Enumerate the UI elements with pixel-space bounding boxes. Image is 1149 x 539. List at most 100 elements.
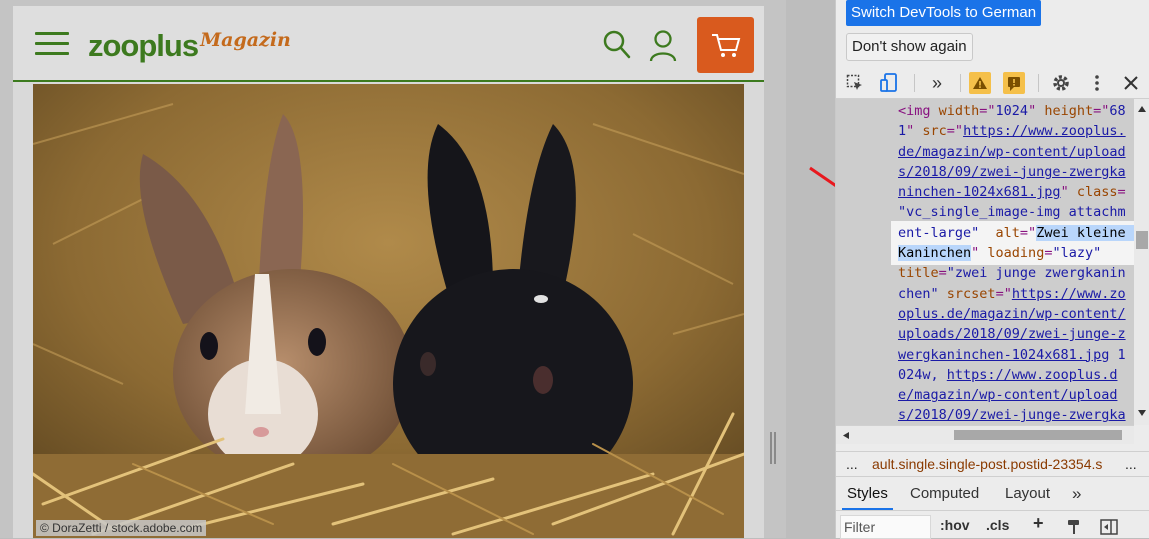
code-token: =" xyxy=(1093,103,1110,119)
code-line[interactable]: wergkaninchen-1024x681.jpg 1 xyxy=(898,345,1134,365)
dom-breadcrumb[interactable]: ... ault.single.single-post.postid-23354… xyxy=(836,451,1149,477)
site-header: zooplus Magazin xyxy=(13,6,764,82)
code-line[interactable]: 1" src="https://www.zooplus. xyxy=(898,121,1134,141)
hover-state-toggle[interactable]: :hov xyxy=(940,517,970,533)
styles-filter-row: Filter :hov .cls + xyxy=(836,511,1149,539)
settings-gear-icon[interactable] xyxy=(1050,72,1072,94)
more-options-icon[interactable] xyxy=(1086,72,1108,94)
styles-filter-input[interactable]: Filter xyxy=(840,515,931,539)
code-token: =" xyxy=(946,123,964,140)
image-credit: © DoraZetti / stock.adobe.com xyxy=(36,520,207,536)
code-token: https://www.zooplus.d xyxy=(946,366,1118,383)
code-token: "lazy" xyxy=(1052,245,1102,262)
code-token: ninchen-1024x681.jpg xyxy=(898,184,1061,201)
class-toggle[interactable]: .cls xyxy=(986,517,1009,533)
code-token: s/2018/09/zwei-junge-zwergka xyxy=(898,407,1126,424)
code-line[interactable]: 024w, https://www.zooplus.d xyxy=(898,365,1134,385)
code-token: ent-large" xyxy=(898,224,988,241)
code-line[interactable]: <img width="1024" height="68 xyxy=(898,101,1134,121)
code-token: =" xyxy=(979,103,996,119)
code-token: title xyxy=(898,265,939,282)
code-line[interactable]: ent-large" alt="Zwei kleine xyxy=(898,223,1134,243)
code-token: wergkaninchen-1024x681.jpg xyxy=(898,346,1110,363)
code-token: oplus.de/magazin/wp-content/ xyxy=(898,305,1126,322)
logo-magazin: Magazin xyxy=(200,29,291,51)
code-token: =" xyxy=(995,285,1012,302)
more-tabs-chevron-icon[interactable]: » xyxy=(926,72,948,94)
code-token: " xyxy=(971,245,988,262)
code-token: =" xyxy=(1019,224,1037,241)
panel-resize-handle[interactable] xyxy=(770,432,778,464)
code-token: 1024 xyxy=(995,103,1029,119)
code-token: srcset xyxy=(946,285,996,302)
code-token: height xyxy=(1044,103,1094,119)
code-token: 1 xyxy=(1109,346,1126,363)
scroll-left-icon[interactable] xyxy=(842,431,850,440)
code-token: " xyxy=(906,123,923,140)
zooplus-magazin-logo[interactable]: zooplus Magazin xyxy=(88,28,291,64)
breadcrumb-body-class[interactable]: ault.single.single-post.postid-23354.s xyxy=(872,452,1102,476)
code-token: 024w, xyxy=(898,366,947,383)
scroll-up-icon[interactable] xyxy=(1137,105,1147,113)
issues-icon[interactable] xyxy=(1003,72,1025,94)
code-line[interactable]: e/magazin/wp-content/upload xyxy=(898,385,1134,405)
code-token: de/magazin/wp-content/upload xyxy=(898,143,1126,160)
code-line[interactable]: s/2018/09/zwei-junge-zwergka xyxy=(898,405,1134,425)
code-line[interactable]: de/magazin/wp-content/upload xyxy=(898,142,1134,162)
code-line[interactable]: oplus.de/magazin/wp-content/ xyxy=(898,304,1134,324)
logo-text: zooplus xyxy=(88,28,199,63)
hamburger-menu-icon[interactable] xyxy=(35,32,69,56)
shopping-cart-icon xyxy=(712,34,741,57)
close-icon[interactable] xyxy=(1120,72,1142,94)
code-token: chen" xyxy=(898,285,947,302)
horizontal-scroll-thumb[interactable] xyxy=(954,430,1122,440)
code-token: Zwei kleine xyxy=(1036,224,1134,241)
user-account-icon[interactable] xyxy=(649,30,677,67)
horizontal-scrollbar[interactable] xyxy=(836,425,1134,444)
more-tabs-icon[interactable]: » xyxy=(1072,478,1081,510)
tab-layout[interactable]: Layout xyxy=(1005,478,1050,510)
toggle-sidebar-icon[interactable] xyxy=(1100,519,1118,535)
tab-computed[interactable]: Computed xyxy=(910,478,979,510)
code-line[interactable]: "vc_single_image-img attachm xyxy=(898,202,1134,222)
code-line[interactable]: s/2018/09/zwei-junge-zwergka xyxy=(898,162,1134,182)
paint-roller-icon[interactable] xyxy=(1066,519,1082,535)
new-style-rule-icon[interactable]: + xyxy=(1033,513,1044,534)
code-token: src xyxy=(922,123,947,140)
code-token: 1 xyxy=(898,123,907,140)
search-icon[interactable] xyxy=(603,30,631,65)
code-token: Kaninchen xyxy=(898,245,972,262)
vertical-scrollbar[interactable] xyxy=(1134,99,1149,425)
elements-dom-tree[interactable]: <img width="1024" height="68 1" src="http… xyxy=(836,99,1134,425)
vertical-scroll-thumb[interactable] xyxy=(1136,231,1148,249)
inspect-element-icon[interactable] xyxy=(844,72,866,94)
code-token: = xyxy=(1117,184,1126,201)
scroll-down-icon[interactable] xyxy=(1137,409,1147,417)
cart-button[interactable] xyxy=(697,17,754,73)
code-line[interactable]: uploads/2018/09/zwei-junge-z xyxy=(898,324,1134,344)
code-line[interactable]: Kaninchen" loading="lazy" xyxy=(898,243,1134,263)
code-line[interactable]: chen" srcset="https://www.zo xyxy=(898,284,1134,304)
switch-language-button[interactable]: Switch DevTools to German xyxy=(846,0,1042,26)
code-token: s/2018/09/zwei-junge-zwergka xyxy=(898,163,1126,180)
code-line[interactable]: title="zwei junge zwergkanin xyxy=(898,263,1134,283)
tab-styles[interactable]: Styles xyxy=(842,478,893,510)
devtools-toolbar: » xyxy=(836,68,1149,99)
dom-code-lines: <img width="1024" height="68 1" src="http… xyxy=(898,101,1134,425)
code-token: uploads/2018/09/zwei-junge-z xyxy=(898,326,1126,343)
code-token: e/magazin/wp-content/upload xyxy=(898,387,1118,404)
code-line[interactable]: ninchen-1024x681.jpg" class= xyxy=(898,182,1134,202)
breadcrumb-ellipsis-left[interactable]: ... xyxy=(846,452,858,476)
code-token: = xyxy=(938,265,947,282)
hero-image-rabbits: © DoraZetti / stock.adobe.com xyxy=(33,84,744,538)
code-token: " xyxy=(1060,184,1077,201)
warning-icon[interactable] xyxy=(969,72,991,94)
code-token: "vc_single_image-img attachm xyxy=(898,204,1126,221)
page-viewport: zooplus Magazin © DoraZetti / stock.adob… xyxy=(0,0,786,538)
breadcrumb-ellipsis-right[interactable]: ... xyxy=(1125,452,1137,476)
dont-show-again-button[interactable]: Don't show again xyxy=(846,33,973,61)
code-token: alt xyxy=(987,224,1020,241)
code-token: https://www.zo xyxy=(1011,285,1126,302)
device-toolbar-icon[interactable] xyxy=(878,72,900,94)
code-token: https://www.zooplus. xyxy=(963,123,1126,140)
